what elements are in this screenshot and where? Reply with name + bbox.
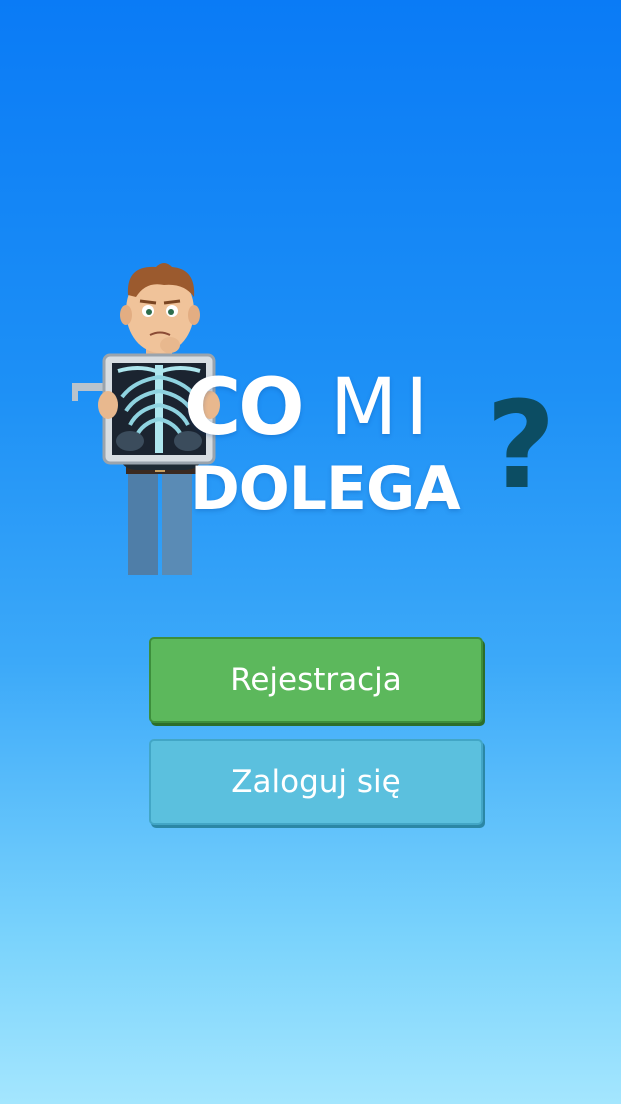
logo-question-mark: ?	[486, 377, 556, 516]
app-logo: CO MI DOLEGA ?	[60, 255, 560, 585]
register-button[interactable]: Rejestracja	[149, 637, 483, 723]
login-button-label: Zaloguj się	[231, 764, 401, 800]
logo-word-dolega: DOLEGA	[190, 454, 461, 524]
logo-word-co: CO	[184, 363, 305, 453]
login-button[interactable]: Zaloguj się	[149, 739, 483, 825]
logo-word-mi: MI	[330, 363, 437, 453]
register-button-label: Rejestracja	[230, 662, 402, 698]
app-screen: CO MI DOLEGA ? Rejestracja Zaloguj się	[0, 0, 621, 1104]
